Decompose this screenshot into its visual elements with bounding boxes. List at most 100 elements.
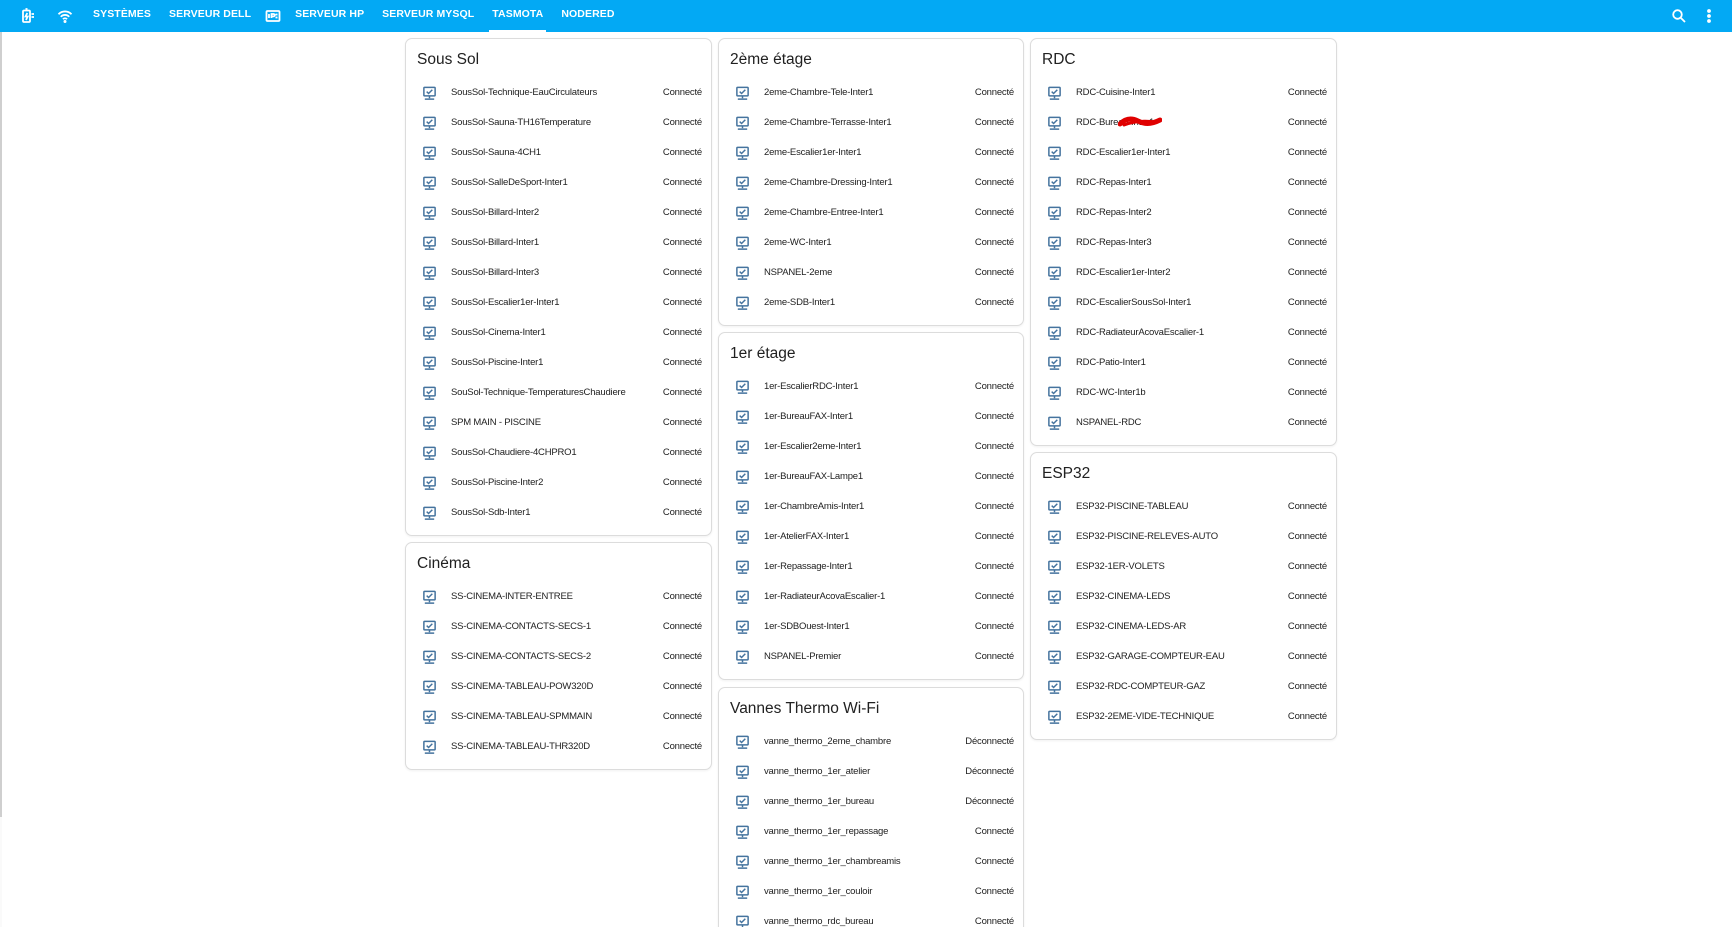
device-row[interactable]: NSPANEL-2eme Connecté [719, 259, 1023, 289]
device-row[interactable]: SS-CINEMA-INTER-ENTREE Connecté [406, 583, 711, 613]
device-row[interactable]: 2eme-WC-Inter1 Connecté [719, 229, 1023, 259]
device-row[interactable]: RDC-Cuisine-Inter1 Connecté [1031, 79, 1336, 109]
device-row[interactable]: 2eme-Chambre-Tele-Inter1 Connecté [719, 79, 1023, 109]
device-row[interactable]: NSPANEL-RDC Connecté [1031, 409, 1336, 439]
device-row[interactable]: vanne_thermo_rdc_bureau Connecté [719, 908, 1023, 927]
device-row[interactable]: SousSol-Sdb-Inter1 Connecté [406, 499, 711, 529]
device-row[interactable]: SPM MAIN - PISCINE Connecté [406, 409, 711, 439]
device-row[interactable]: NSPANEL-Premier Connecté [719, 643, 1023, 673]
device-row[interactable]: SS-CINEMA-TABLEAU-POW320D Connecté [406, 673, 711, 703]
device-row[interactable]: 2eme-Chambre-Dressing-Inter1 Connecté [719, 169, 1023, 199]
device-row[interactable]: SS-CINEMA-TABLEAU-THR320D Connecté [406, 733, 711, 763]
monitor-check-icon [422, 446, 437, 461]
device-row[interactable]: SousSol-Cinema-Inter1 Connecté [406, 319, 711, 349]
monitor-check-icon [422, 710, 437, 725]
tab-serveur-hp[interactable]: SERVEUR HP [286, 0, 373, 32]
device-row[interactable]: SousSol-SalleDeSport-Inter1 Connecté [406, 169, 711, 199]
battery-charging-icon[interactable] [8, 0, 46, 32]
device-row[interactable]: vanne_thermo_1er_couloir Connecté [719, 878, 1023, 908]
device-row[interactable]: SS-CINEMA-CONTACTS-SECS-2 Connecté [406, 643, 711, 673]
monitor-check-icon [1047, 326, 1062, 341]
device-row[interactable]: RDC-RadiateurAcovaEscalier-1 Connecté [1031, 319, 1336, 349]
device-state: Connecté [662, 651, 702, 662]
device-row[interactable]: SousSol-Billard-Inter1 Connecté [406, 229, 711, 259]
device-row[interactable]: vanne_thermo_1er_repassage Connecté [719, 818, 1023, 848]
search-icon[interactable] [1664, 0, 1694, 32]
device-name: 2eme-Escalier1er-Inter1 [764, 147, 862, 158]
device-row[interactable]: ESP32-2EME-VIDE-TECHNIQUE Connecté [1031, 703, 1336, 733]
device-row[interactable]: RDC-Escalier1er-Inter2 Connecté [1031, 259, 1336, 289]
device-row[interactable]: SousSol-Piscine-Inter1 Connecté [406, 349, 711, 379]
device-row[interactable]: 1er-RadiateurAcovaEscalier-1 Connecté [719, 583, 1023, 613]
device-row[interactable]: 1er-SDBOuest-Inter1 Connecté [719, 613, 1023, 643]
tab-serveur-dell[interactable]: SERVEUR DELL [160, 0, 260, 32]
device-name: 2eme-Chambre-Tele-Inter1 [764, 87, 874, 98]
device-row[interactable]: SousSol-Sauna-TH16Temperature Connecté [406, 109, 711, 139]
tab-nodered[interactable]: NODERED [552, 0, 623, 32]
device-state: Connecté [974, 621, 1014, 632]
device-row[interactable]: 1er-ChambreAmis-Inter1 Connecté [719, 493, 1023, 523]
device-row[interactable]: 1er-EscalierRDC-Inter1 Connecté [719, 373, 1023, 403]
device-state: Connecté [662, 507, 702, 518]
device-row[interactable]: RDC-Repas-Inter1 Connecté [1031, 169, 1336, 199]
device-row[interactable]: SouSol-Technique-TemperaturesChaudiere Co… [406, 379, 711, 409]
device-row[interactable]: RDC-Patio-Inter1 Connecté [1031, 349, 1336, 379]
device-row[interactable]: SousSol-Billard-Inter2 Connecté [406, 199, 711, 229]
monitor-check-icon [1047, 710, 1062, 725]
device-row[interactable]: ESP32-PISCINE-RELEVES-AUTO Connecté [1031, 523, 1336, 553]
device-row[interactable]: SousSol-Escalier1er-Inter1 Connecté [406, 289, 711, 319]
device-row[interactable]: SousSol-Sauna-4CH1 Connecté [406, 139, 711, 169]
device-row[interactable]: 1er-BureauFAX-Lampe1 Connecté [719, 463, 1023, 493]
device-row[interactable]: ESP32-CINEMA-LEDS Connecté [1031, 583, 1336, 613]
device-row[interactable]: ESP32-GARAGE-COMPTEUR-EAU Connecté [1031, 643, 1336, 673]
monitor-check-icon [735, 440, 750, 455]
device-row[interactable]: SousSol-Technique-EauCirculateurs Connect… [406, 79, 711, 109]
device-row[interactable]: RDC-Bureau Inter1 Connecté [1031, 109, 1336, 139]
card-title: Sous Sol [417, 51, 480, 68]
device-row[interactable]: SS-CINEMA-CONTACTS-SECS-1 Connecté [406, 613, 711, 643]
device-row[interactable]: SS-CINEMA-TABLEAU-SPMMAIN Connecté [406, 703, 711, 733]
device-name: vanne_thermo_1er_bureau [764, 796, 875, 807]
device-row[interactable]: 1er-Repassage-Inter1 Connecté [719, 553, 1023, 583]
device-state: Connecté [1287, 681, 1327, 692]
device-row[interactable]: 1er-BureauFAX-Inter1 Connecté [719, 403, 1023, 433]
device-name: SousSol-Sauna-4CH1 [451, 147, 541, 158]
device-state: Connecté [662, 147, 702, 158]
device-row[interactable]: ESP32-RDC-COMPTEUR-GAZ Connecté [1031, 673, 1336, 703]
device-row[interactable]: RDC-Repas-Inter3 Connecté [1031, 229, 1336, 259]
device-row[interactable]: SousSol-Chaudiere-4CHPRO1 Connecté [406, 439, 711, 469]
wifi-icon[interactable] [46, 0, 84, 32]
device-row[interactable]: 2eme-Chambre-Entree-Inter1 Connecté [719, 199, 1023, 229]
device-row[interactable]: RDC-Escalier1er-Inter1 Connecté [1031, 139, 1336, 169]
device-name: ESP32-CINEMA-LEDS-AR [1076, 621, 1187, 632]
device-state: Connecté [974, 591, 1014, 602]
device-row[interactable]: vanne_thermo_1er_chambreamis Connecté [719, 848, 1023, 878]
tab-tasmota[interactable]: TASMOTA [483, 0, 552, 32]
device-row[interactable]: vanne_thermo_1er_atelier Déconnecté [719, 758, 1023, 788]
device-row[interactable]: RDC-WC-Inter1b Connecté [1031, 379, 1336, 409]
device-state: Connecté [1287, 177, 1327, 188]
monitor-check-icon [1047, 236, 1062, 251]
device-row[interactable]: RDC-EscalierSousSol-Inter1 Connecté [1031, 289, 1336, 319]
device-row[interactable]: 2eme-Escalier1er-Inter1 Connecté [719, 139, 1023, 169]
device-state: Connecté [662, 417, 702, 428]
device-row[interactable]: 2eme-SDB-Inter1 Connecté [719, 289, 1023, 319]
device-row[interactable]: SousSol-Billard-Inter3 Connecté [406, 259, 711, 289]
device-row[interactable]: ESP32-1ER-VOLETS Connecté [1031, 553, 1336, 583]
tab-serveur-mysql[interactable]: SERVEUR MYSQL [373, 0, 483, 32]
device-row[interactable]: 1er-AtelierFAX-Inter1 Connecté [719, 523, 1023, 553]
device-row[interactable]: ESP32-PISCINE-TABLEAU Connecté [1031, 493, 1336, 523]
tab-systemes[interactable]: SYSTÈMES [84, 0, 160, 32]
device-row[interactable]: vanne_thermo_2eme_chambre Déconnecté [719, 728, 1023, 758]
device-row[interactable]: ESP32-CINEMA-LEDS-AR Connecté [1031, 613, 1336, 643]
device-row[interactable]: 2eme-Chambre-Terrasse-Inter1 Connecté [719, 109, 1023, 139]
ip-card-icon[interactable] [260, 0, 286, 32]
device-name: 2eme-WC-Inter1 [764, 237, 832, 248]
device-row[interactable]: RDC-Repas-Inter2 Connecté [1031, 199, 1336, 229]
more-vertical-icon[interactable] [1694, 0, 1724, 32]
device-row[interactable]: SousSol-Piscine-Inter2 Connecté [406, 469, 711, 499]
device-row[interactable]: vanne_thermo_1er_bureau Déconnecté [719, 788, 1023, 818]
monitor-check-icon [422, 416, 437, 431]
device-row[interactable]: 1er-Escalier2eme-Inter1 Connecté [719, 433, 1023, 463]
device-state: Connecté [974, 87, 1014, 98]
